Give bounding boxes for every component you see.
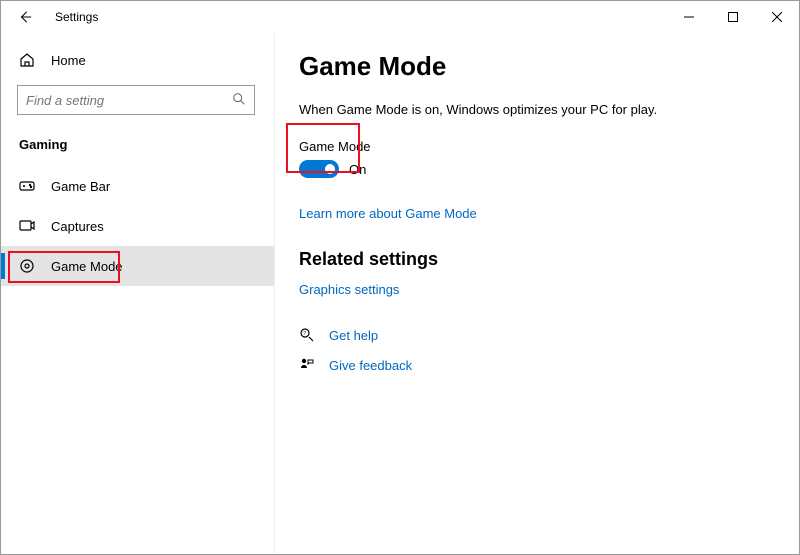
close-icon [772, 12, 782, 22]
sidebar-item-game-bar[interactable]: Game Bar [1, 166, 274, 206]
titlebar: Settings [1, 1, 799, 33]
maximize-icon [728, 12, 738, 22]
sidebar-item-label: Captures [51, 219, 104, 234]
toggle-state: On [349, 162, 366, 177]
sidebar: Home Gaming Game Bar Captures Game Mode [1, 33, 275, 554]
window-controls [667, 1, 799, 33]
search-box[interactable] [17, 85, 255, 115]
home-icon [19, 52, 35, 68]
learn-more-link[interactable]: Learn more about Game Mode [299, 206, 477, 221]
get-help-row: ? Get help [299, 327, 775, 343]
close-button[interactable] [755, 1, 799, 33]
nav-home-label: Home [51, 53, 86, 68]
minimize-icon [684, 12, 694, 22]
search-icon [232, 92, 246, 109]
game-mode-toggle-section: Game Mode On [299, 139, 775, 178]
sidebar-item-label: Game Bar [51, 179, 110, 194]
back-button[interactable] [11, 3, 39, 31]
get-help-icon: ? [299, 327, 315, 343]
maximize-button[interactable] [711, 1, 755, 33]
related-settings-header: Related settings [299, 249, 775, 270]
nav-home[interactable]: Home [1, 43, 274, 77]
captures-icon [19, 218, 35, 234]
minimize-button[interactable] [667, 1, 711, 33]
search-input[interactable] [26, 93, 232, 108]
svg-text:?: ? [303, 331, 306, 337]
game-bar-icon [19, 178, 35, 194]
give-feedback-row: Give feedback [299, 357, 775, 373]
category-header: Gaming [1, 131, 274, 166]
sidebar-item-game-mode[interactable]: Game Mode [1, 246, 274, 286]
search-wrap [17, 85, 258, 115]
page-description: When Game Mode is on, Windows optimizes … [299, 102, 775, 117]
page-title: Game Mode [299, 51, 775, 82]
give-feedback-link[interactable]: Give feedback [329, 358, 412, 373]
sidebar-item-captures[interactable]: Captures [1, 206, 274, 246]
arrow-left-icon [18, 10, 32, 24]
game-mode-toggle[interactable] [299, 160, 339, 178]
feedback-icon [299, 357, 315, 373]
sidebar-item-label: Game Mode [51, 259, 123, 274]
get-help-link[interactable]: Get help [329, 328, 378, 343]
toggle-label: Game Mode [299, 139, 775, 154]
game-mode-icon [19, 258, 35, 274]
main-content: Game Mode When Game Mode is on, Windows … [275, 33, 799, 554]
app-title: Settings [55, 10, 98, 24]
graphics-settings-link[interactable]: Graphics settings [299, 282, 775, 297]
toggle-knob [325, 164, 335, 174]
